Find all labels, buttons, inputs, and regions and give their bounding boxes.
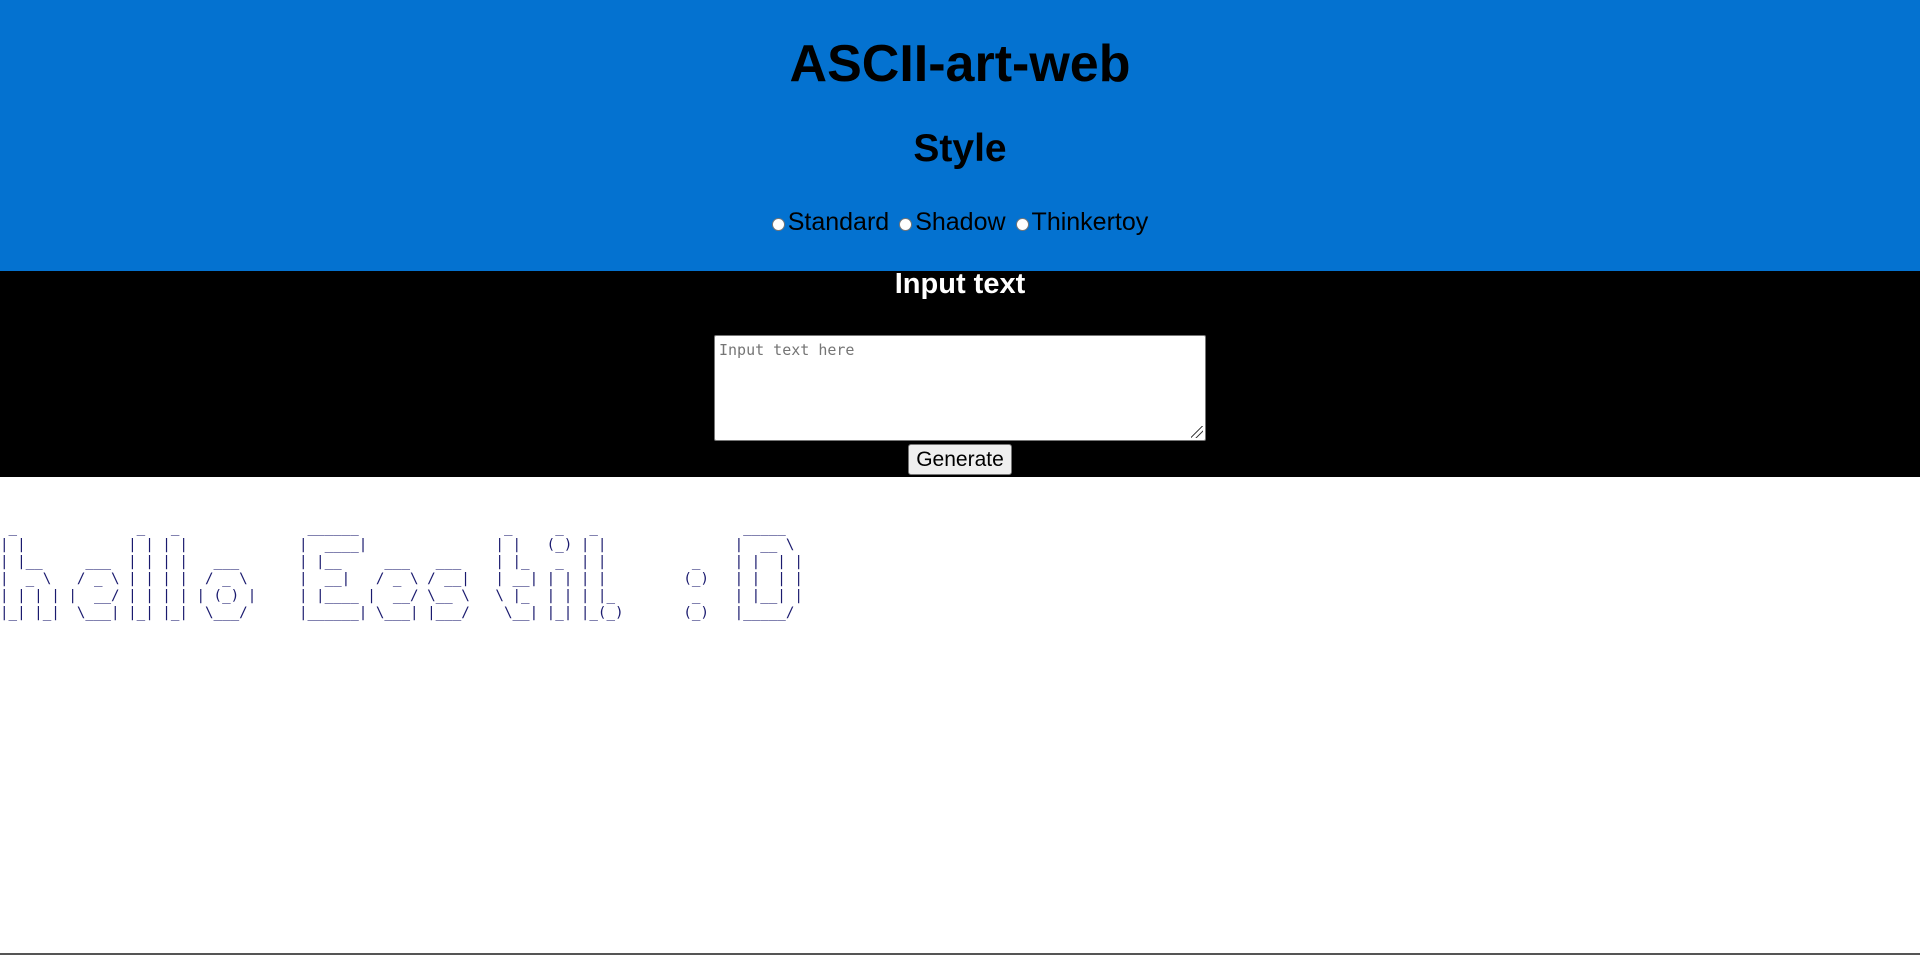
radio-label-shadow: Shadow bbox=[915, 208, 1006, 236]
radio-label-thinkertoy: Thinkertoy bbox=[1031, 208, 1149, 236]
text-input[interactable]: Input text here bbox=[714, 335, 1206, 441]
input-heading: Input text bbox=[894, 268, 1026, 300]
header: ASCII-art-web Style Standard Shadow Thin… bbox=[0, 0, 1920, 271]
text-input-placeholder: Input text here bbox=[719, 341, 855, 359]
input-section: Input text Input text here Generate bbox=[0, 268, 1920, 477]
radio-option-standard[interactable]: Standard bbox=[771, 208, 890, 237]
page-title: ASCII-art-web bbox=[789, 35, 1131, 93]
resize-grip-icon[interactable] bbox=[1191, 426, 1203, 438]
style-radio-group: Standard Shadow Thinkertoy bbox=[0, 208, 1920, 237]
style-heading: Style bbox=[913, 127, 1007, 170]
radio-thinkertoy[interactable] bbox=[1015, 217, 1029, 231]
radio-standard[interactable] bbox=[771, 217, 785, 231]
ascii-art-output: _ _ _ ______ _ _ _ _____ | | | | | | | _… bbox=[0, 520, 803, 621]
radio-shadow[interactable] bbox=[899, 217, 913, 231]
radio-label-standard: Standard bbox=[787, 208, 890, 236]
radio-option-shadow[interactable]: Shadow bbox=[899, 208, 1006, 237]
radio-option-thinkertoy[interactable]: Thinkertoy bbox=[1015, 208, 1149, 237]
generate-button[interactable]: Generate bbox=[908, 444, 1012, 475]
